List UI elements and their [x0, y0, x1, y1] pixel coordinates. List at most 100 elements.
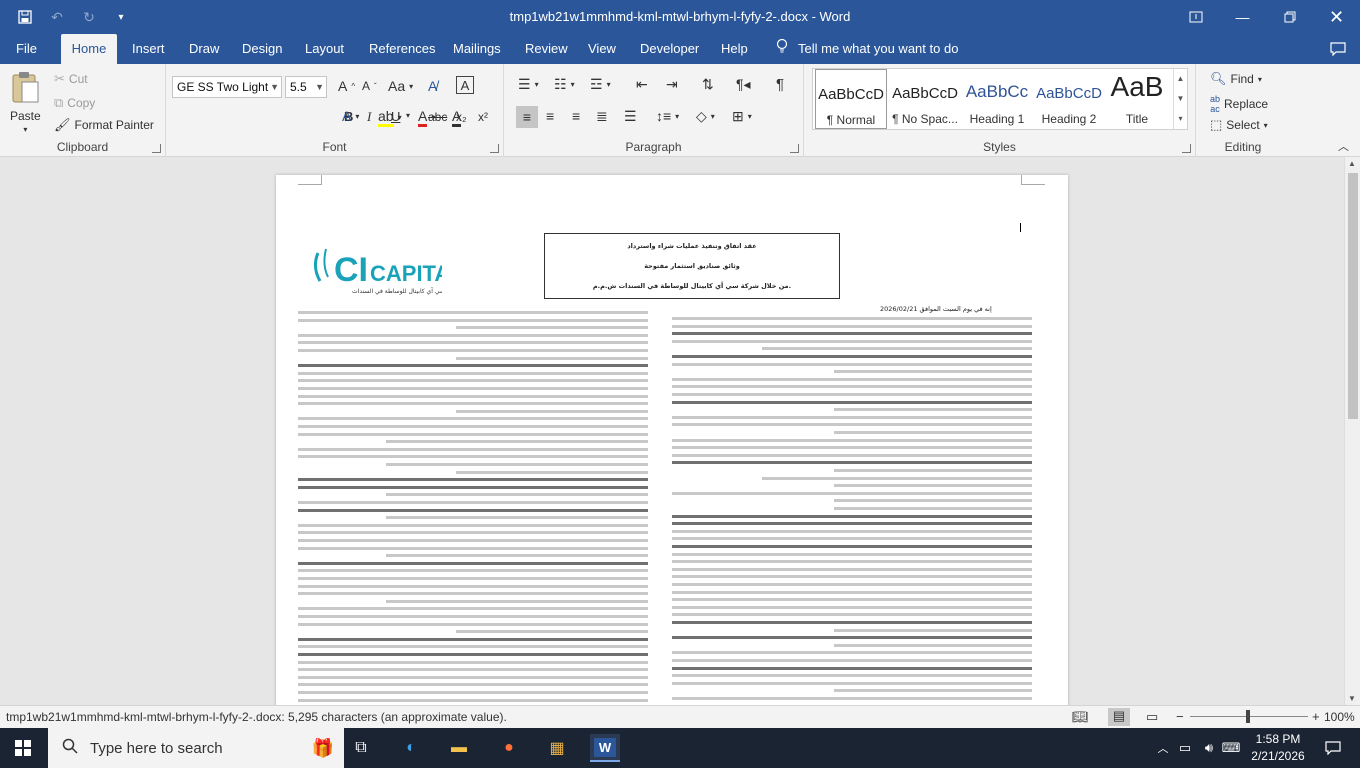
shading-bucket-icon[interactable]: ◇ ▾	[696, 108, 715, 125]
scroll-up-icon[interactable]: ▲	[1348, 159, 1356, 168]
font-size-box[interactable]: 5.5 ▼	[285, 76, 327, 98]
paste-button[interactable]: Paste ▾	[10, 70, 41, 134]
minimize-icon[interactable]: —	[1219, 0, 1266, 34]
line-spacing-icon[interactable]: ↕≡ ▾	[656, 108, 679, 124]
restore-icon[interactable]	[1266, 0, 1313, 34]
clock-date[interactable]: 2/21/2026	[1242, 749, 1314, 763]
clear-formatting-icon[interactable]: A̸	[428, 78, 437, 94]
bullets-icon[interactable]: ☰ ▾	[518, 76, 539, 93]
word-taskbar-icon[interactable]: W	[590, 734, 620, 762]
text-line	[298, 417, 648, 421]
align-left-icon[interactable]: ≡	[516, 106, 538, 128]
font-launcher-icon[interactable]	[490, 144, 499, 153]
document-area[interactable]: CI CAPITAL سي آي كابيتال للوساطة في السن…	[0, 157, 1344, 705]
tab-design[interactable]: Design	[238, 34, 286, 64]
format-painter-button[interactable]: 🖌 Format Painter	[54, 117, 154, 133]
edge-browser-icon[interactable]: ◐	[396, 734, 426, 762]
style-normal[interactable]: AaBbCcD ¶ Normal	[815, 69, 887, 129]
tell-me-box[interactable]: Tell me what you want to do	[772, 34, 962, 64]
tab-insert[interactable]: Insert	[128, 34, 169, 64]
task-view-icon[interactable]: ⧉	[346, 734, 376, 762]
zoom-out-icon[interactable]: −	[1176, 709, 1184, 724]
superscript-button[interactable]: x²	[478, 110, 488, 124]
tab-draw[interactable]: Draw	[185, 34, 223, 64]
zoom-level[interactable]: 100%	[1324, 710, 1355, 724]
style-no-spacing[interactable]: AaBbCcD ¶ No Spac...	[889, 69, 961, 129]
clock-time[interactable]: 1:58 PM	[1248, 732, 1308, 746]
shrink-font-button[interactable]: Aˇ	[362, 79, 377, 93]
zoom-in-icon[interactable]: +	[1312, 709, 1320, 724]
style-title[interactable]: AaB Title	[1101, 69, 1173, 129]
find-button[interactable]: 🔍︎ Find ▾	[1210, 71, 1262, 87]
rtl-direction-icon[interactable]: ¶◂	[736, 76, 751, 93]
align-right-icon[interactable]: ≡	[572, 108, 580, 124]
text-line	[298, 478, 648, 482]
style-heading-1[interactable]: AaBbCc Heading 1	[961, 69, 1033, 129]
justify-icon[interactable]: ≣	[596, 108, 608, 125]
show-formatting-marks-icon[interactable]: ¶	[776, 76, 784, 93]
decrease-indent-icon[interactable]: ⇤	[636, 76, 648, 93]
tab-home[interactable]: Home	[61, 34, 117, 64]
copy-button[interactable]: ⧉ Copy	[54, 95, 95, 111]
select-button[interactable]: ⬚ Select ▾	[1210, 117, 1268, 133]
taskbar-search-box[interactable]: Type here to search 🎁	[48, 728, 344, 768]
cut-button[interactable]: ✂ Cut	[54, 71, 88, 87]
tab-references[interactable]: References	[365, 34, 439, 64]
zoom-slider-thumb[interactable]	[1246, 710, 1250, 723]
text-line	[298, 364, 648, 368]
font-color-icon[interactable]: A ▾	[418, 108, 435, 127]
increase-indent-icon[interactable]: ⇥	[666, 76, 678, 93]
style-heading-2[interactable]: AaBbCcD Heading 2	[1033, 69, 1105, 129]
customize-qat-icon[interactable]: ▾	[108, 6, 134, 28]
sort-icon[interactable]: ⇅	[702, 76, 714, 93]
tab-layout[interactable]: Layout	[301, 34, 348, 64]
app-icon[interactable]: ▦	[542, 734, 572, 762]
vertical-scrollbar[interactable]: ▲ ▼	[1344, 157, 1360, 705]
multilevel-list-icon[interactable]: ☲ ▾	[590, 76, 611, 93]
word-count-status[interactable]: tmp1wb21w1mmhmd-kml-mtwl-brhym-l-fyfy-2-…	[6, 710, 507, 724]
text-effects-icon[interactable]: A ▾	[342, 108, 359, 124]
firefox-icon[interactable]: ●	[494, 734, 524, 762]
undo-icon[interactable]: ↶	[44, 6, 70, 28]
text-line	[672, 522, 1032, 526]
paragraph-launcher-icon[interactable]	[790, 144, 799, 153]
character-border-icon[interactable]: A	[456, 76, 474, 94]
tab-help[interactable]: Help	[717, 34, 752, 64]
replace-button[interactable]: ab ac Replace	[1210, 94, 1268, 114]
tab-mailings[interactable]: Mailings	[449, 34, 505, 64]
collapse-ribbon-icon[interactable]: ︿	[1338, 138, 1349, 154]
windows-start-icon[interactable]	[8, 734, 38, 762]
file-explorer-icon[interactable]: ▬	[444, 734, 474, 762]
underline-dropdown-icon[interactable]: ▾	[406, 111, 410, 120]
tab-file[interactable]: File	[12, 34, 41, 64]
grow-font-button[interactable]: A ^	[338, 78, 355, 94]
ribbon-display-options-icon[interactable]	[1172, 0, 1219, 34]
styles-scroll[interactable]: ▲ ▼ ▾	[1173, 69, 1187, 129]
web-layout-icon[interactable]: ▭	[1146, 709, 1158, 725]
comments-icon[interactable]	[1326, 34, 1350, 64]
shading-icon[interactable]: A	[452, 108, 462, 127]
highlight-color-icon[interactable]: ab ▾	[378, 108, 402, 127]
clipboard-launcher-icon[interactable]	[152, 144, 161, 153]
save-icon[interactable]	[12, 6, 38, 28]
styles-launcher-icon[interactable]	[1182, 144, 1191, 153]
distributed-icon[interactable]: ☰	[624, 108, 637, 125]
document-page[interactable]: CI CAPITAL سي آي كابيتال للوساطة في السن…	[276, 175, 1068, 705]
change-case-button[interactable]: Aa ▾	[388, 78, 413, 94]
font-name-box[interactable]: GE SS Two Light ▼	[172, 76, 282, 98]
notification-icon[interactable]	[1318, 734, 1348, 762]
align-center-icon[interactable]: ≡	[546, 108, 554, 124]
read-mode-icon[interactable]: 📖︎	[1072, 709, 1089, 725]
tab-developer[interactable]: Developer	[636, 34, 703, 64]
italic-button[interactable]: I	[367, 109, 371, 125]
scroll-down-icon[interactable]: ▼	[1348, 694, 1356, 703]
tab-view[interactable]: View	[584, 34, 620, 64]
paste-dropdown-icon[interactable]: ▾	[23, 125, 27, 134]
redo-icon[interactable]: ↻	[76, 6, 102, 28]
borders-icon[interactable]: ⊞ ▾	[732, 108, 752, 125]
numbering-icon[interactable]: ☷ ▾	[554, 76, 575, 93]
print-layout-icon[interactable]: ▤	[1108, 708, 1130, 726]
scrollbar-thumb[interactable]	[1348, 173, 1358, 419]
tab-review[interactable]: Review	[521, 34, 572, 64]
close-icon[interactable]: ✕	[1313, 0, 1360, 34]
